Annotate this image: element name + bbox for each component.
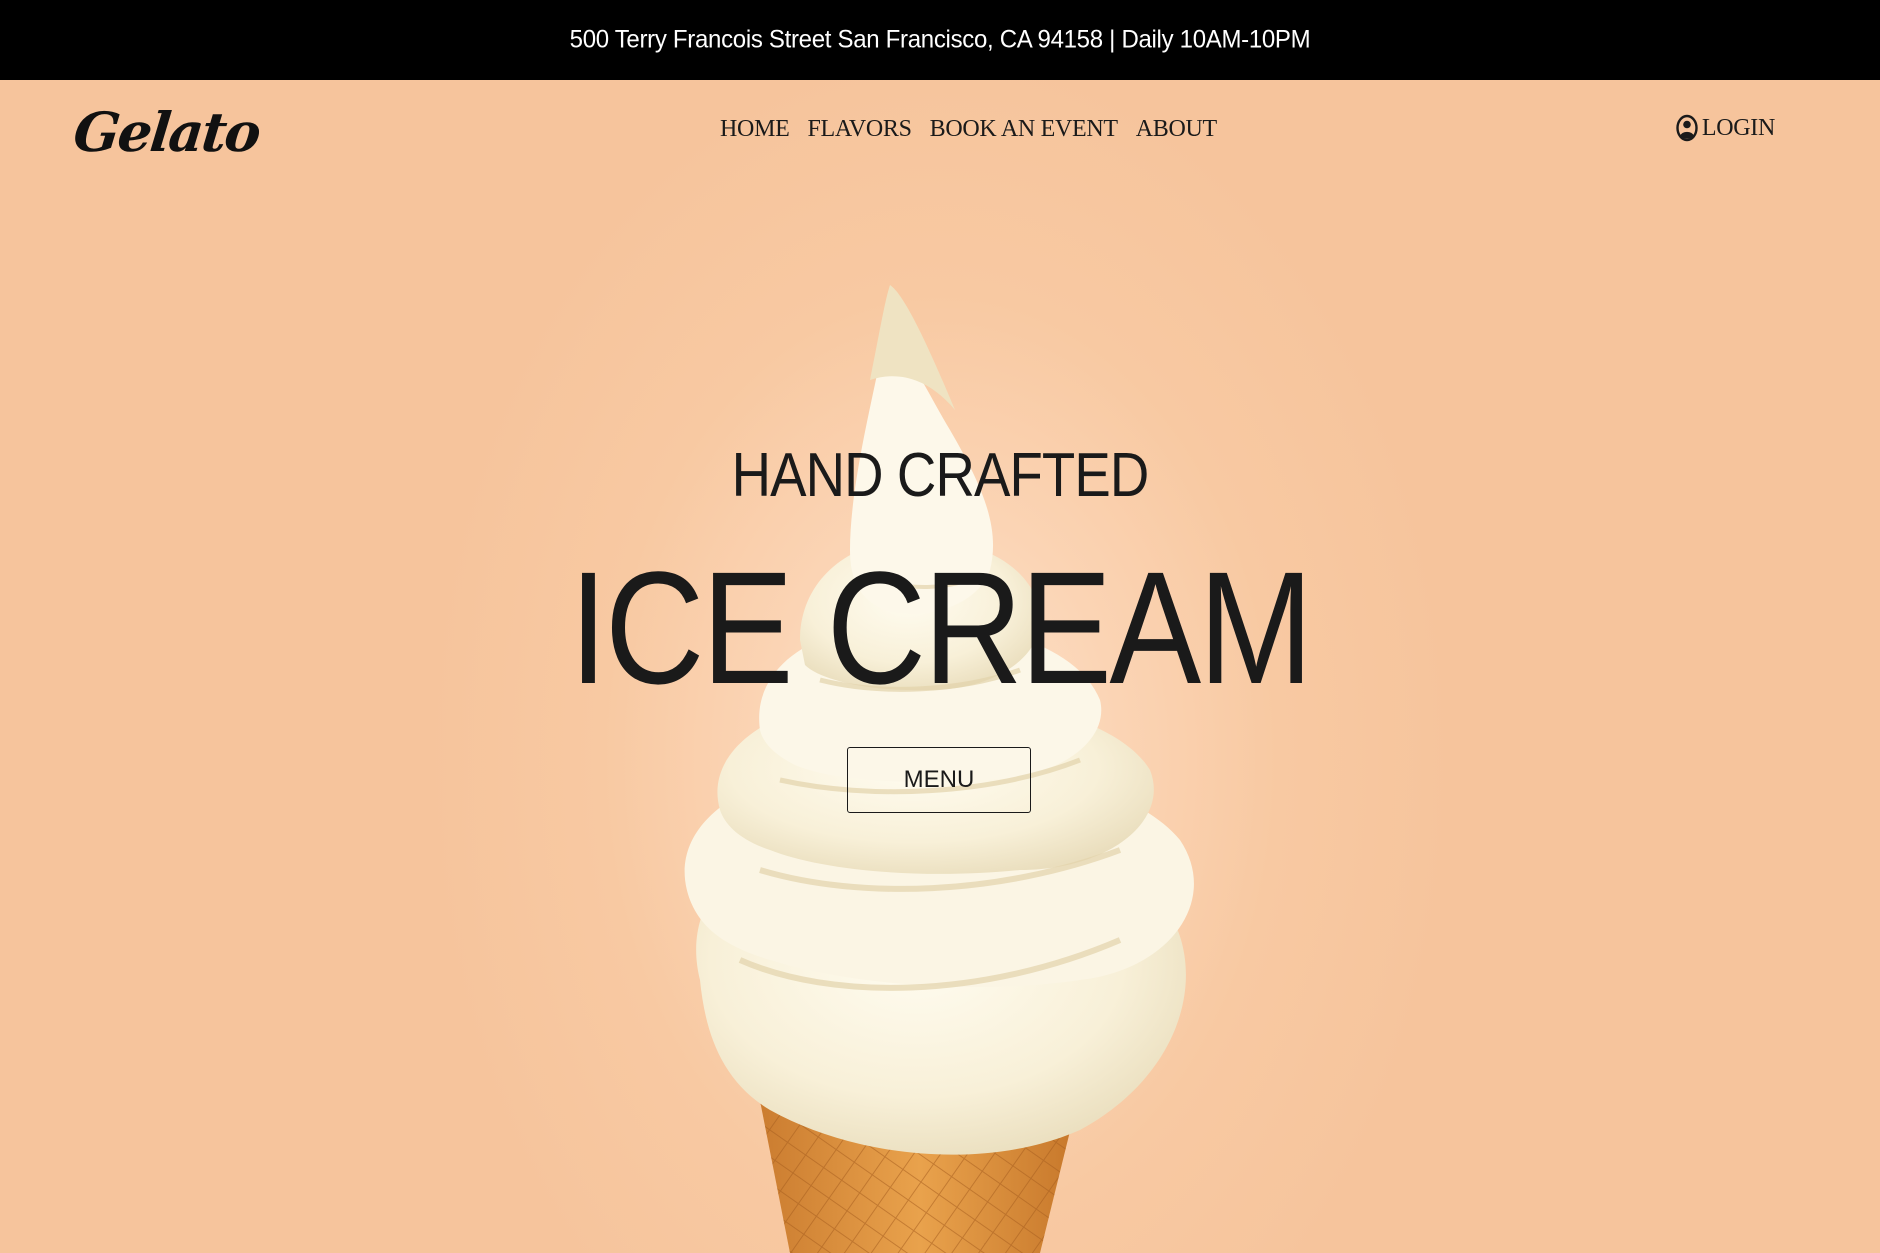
menu-button-label: MENU (903, 766, 975, 793)
login-label: LOGIN (1701, 114, 1775, 141)
logo[interactable]: Gelato (71, 100, 263, 164)
menu-button[interactable]: MENU (847, 747, 1031, 813)
main-nav: HOME FLAVORS BOOK AN EVENT ABOUT (720, 116, 1217, 143)
nav-home[interactable]: HOME (720, 116, 790, 143)
address-hours-text: 500 Terry Francois Street San Francisco,… (569, 25, 1311, 54)
announcement-bar: 500 Terry Francois Street San Francisco,… (0, 0, 1880, 82)
nav-book-an-event[interactable]: BOOK AN EVENT (930, 116, 1118, 143)
nav-about[interactable]: ABOUT (1136, 116, 1217, 143)
login-button[interactable]: LOGIN (1676, 114, 1775, 142)
user-circle-icon (1676, 114, 1698, 142)
hero-title: ICE CREAM (569, 538, 1313, 717)
nav-flavors[interactable]: FLAVORS (807, 116, 911, 143)
hero-subtitle: HAND CRAFTED (731, 441, 1150, 510)
